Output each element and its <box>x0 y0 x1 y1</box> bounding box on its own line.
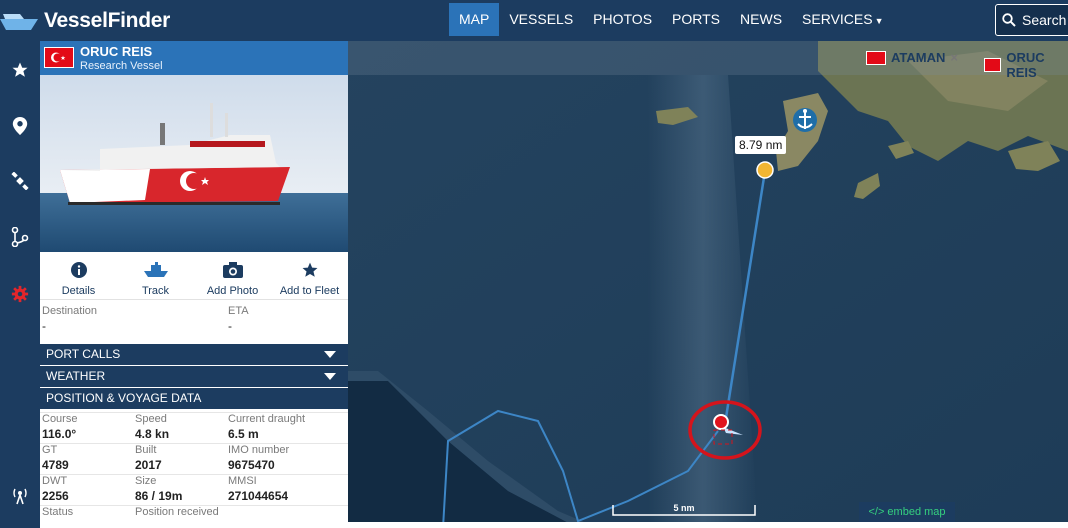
imo-label: IMO number <box>228 444 290 456</box>
position-voyage-section[interactable]: POSITION & VOYAGE DATA <box>40 388 348 409</box>
vessel-type: Research Vessel <box>80 60 163 72</box>
voyage-row: Course 116.0° Speed 4.8 kn Current draught… <box>40 412 348 443</box>
status-label: Status <box>42 506 74 518</box>
destination-eta-row: Destination - ETA - <box>40 300 348 335</box>
scale-label: 5 nm <box>673 503 695 513</box>
nav-ports[interactable]: PORTS <box>662 3 730 36</box>
route-icon[interactable] <box>5 222 35 252</box>
main-nav: MAP VESSELS PHOTOS PORTS NEWS SERVICES ▼ <box>449 3 894 36</box>
distance-label: 8.79 nm <box>735 136 787 154</box>
add-photo-label: Add Photo <box>206 285 259 297</box>
map-scale-bar: 5 nm <box>612 503 756 517</box>
vessel-photo[interactable] <box>40 75 348 252</box>
nav-photos[interactable]: PHOTOS <box>583 3 662 36</box>
search-box[interactable]: Search S <box>995 4 1068 36</box>
nav-vessels[interactable]: VESSELS <box>499 3 583 36</box>
size-value: 86 / 19m <box>135 489 183 503</box>
speed-value: 4.8 kn <box>135 427 170 441</box>
position-received-label: Position received <box>135 506 219 518</box>
nav-services-label: SERVICES <box>802 11 873 27</box>
caret-down-icon: ▼ <box>874 16 884 26</box>
eta-label: ETA <box>228 305 249 317</box>
mmsi-label: MMSI <box>228 475 257 487</box>
port-calls-section[interactable]: PORT CALLS <box>40 344 348 365</box>
mmsi-value: 271044654 <box>228 489 289 503</box>
star-icon[interactable] <box>5 55 35 85</box>
map-bottom-strip <box>348 522 1068 528</box>
gt-value: 4789 <box>42 458 69 472</box>
size-label: Size <box>135 475 157 487</box>
built-label: Built <box>135 444 157 456</box>
track-label: Track <box>141 285 170 297</box>
top-navigation-bar: VesselFinder MAP VESSELS PHOTOS PORTS NE… <box>0 0 1068 41</box>
draught-value: 6.5 m <box>228 427 259 441</box>
caret-down-icon <box>324 351 336 358</box>
dwt-value: 2256 <box>42 489 69 503</box>
info-icon <box>70 262 87 278</box>
voyage-row: Status Position received <box>40 505 348 519</box>
course-label: Course <box>42 413 78 425</box>
turkey-flag-icon <box>866 50 886 65</box>
destination-label: Destination <box>42 305 98 317</box>
gt-label: GT <box>42 444 58 456</box>
fleet-tag-ataman[interactable]: ATAMAN × <box>866 50 958 65</box>
vessel-header: ORUC REIS Research Vessel <box>40 41 348 75</box>
course-value: 116.0° <box>42 427 77 441</box>
logo-text: VesselFinder <box>44 9 170 32</box>
settings-gear-icon[interactable] <box>5 279 35 309</box>
embed-map-button[interactable]: </> embed map <box>859 502 955 522</box>
sidebar-icon-strip <box>0 41 40 528</box>
imo-value: 9675470 <box>228 458 275 472</box>
ship-icon <box>143 262 168 277</box>
details-label: Details <box>61 285 96 297</box>
close-icon[interactable]: × <box>950 50 958 65</box>
built-value: 2017 <box>135 458 162 472</box>
destination-value: - <box>42 319 46 333</box>
add-to-fleet-button[interactable]: Add to Fleet <box>271 252 348 299</box>
dwt-label: DWT <box>42 475 68 487</box>
map-view[interactable]: ATAMAN × ORUC REIS 8.79 nm 5 nm </> embe… <box>348 41 1068 528</box>
track-button[interactable]: Track <box>117 252 194 299</box>
weather-label: WEATHER <box>46 369 106 383</box>
eta-value: - <box>228 319 232 333</box>
vessel-info-panel: ORUC REIS Research Vessel Details Track … <box>40 41 348 528</box>
search-label: Search S <box>1022 12 1068 28</box>
fleet-tag-label: ORUC REIS <box>1006 50 1045 80</box>
draught-label: Current draught <box>228 413 306 425</box>
vesselfinder-logo[interactable]: VesselFinder <box>0 8 170 34</box>
turkey-flag-icon <box>984 58 1002 72</box>
camera-icon <box>222 262 243 278</box>
add-photo-button[interactable]: Add Photo <box>194 252 271 299</box>
position-voyage-label: POSITION & VOYAGE DATA <box>46 391 202 405</box>
vessel-name: ORUC REIS <box>80 44 153 59</box>
speed-label: Speed <box>135 413 167 425</box>
fleet-tags-bar: ATAMAN × ORUC REIS <box>348 41 1068 80</box>
search-icon <box>1002 13 1016 27</box>
caret-down-icon <box>324 373 336 380</box>
weather-section[interactable]: WEATHER <box>40 366 348 387</box>
details-button[interactable]: Details <box>40 252 117 299</box>
fleet-tag-label: ATAMAN <box>891 50 946 65</box>
nav-news[interactable]: NEWS <box>730 3 792 36</box>
add-to-fleet-label: Add to Fleet <box>279 285 340 297</box>
map-pin-icon[interactable] <box>5 111 35 141</box>
nav-services[interactable]: SERVICES ▼ <box>792 3 893 36</box>
logo-ship-icon <box>0 14 38 30</box>
voyage-row: GT 4789 Built 2017 IMO number 9675470 <box>40 443 348 474</box>
port-calls-label: PORT CALLS <box>46 347 121 361</box>
antenna-icon[interactable] <box>5 481 35 511</box>
turkey-flag-icon <box>44 47 74 68</box>
vessel-actions: Details Track Add Photo Add to Fleet <box>40 252 348 300</box>
star-icon <box>302 262 317 277</box>
nav-map[interactable]: MAP <box>449 3 500 36</box>
satellite-icon[interactable] <box>5 166 35 196</box>
map-canvas[interactable] <box>348 41 1068 528</box>
voyage-row: DWT 2256 Size 86 / 19m MMSI 271044654 <box>40 474 348 505</box>
fleet-tag-oruc-reis[interactable]: ORUC REIS <box>984 50 1068 80</box>
